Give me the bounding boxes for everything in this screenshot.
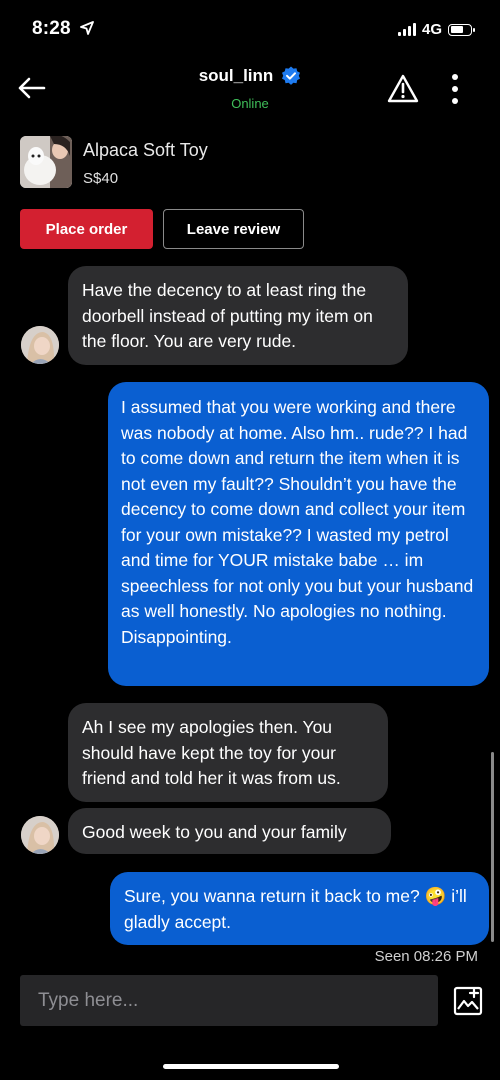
message-incoming: Ah I see my apologies then. You should h…	[68, 703, 388, 802]
message-incoming: Good week to you and your family	[68, 808, 391, 854]
leave-review-button[interactable]: Leave review	[163, 209, 304, 249]
message-outgoing: I assumed that you were working and ther…	[108, 382, 489, 686]
message-outgoing: Sure, you wanna return it back to me? 🤪 …	[110, 872, 489, 945]
verified-badge-icon	[282, 66, 301, 85]
online-status: Online	[231, 96, 269, 111]
message-input[interactable]: Type here...	[20, 975, 438, 1026]
avatar[interactable]	[21, 326, 59, 364]
network-label: 4G	[421, 21, 442, 38]
avatar-image	[21, 326, 59, 364]
message-input-placeholder: Type here...	[38, 989, 139, 1011]
username: soul_linn	[198, 66, 274, 85]
message-incoming: Have the decency to at least ring the do…	[68, 266, 408, 365]
place-order-button[interactable]: Place order	[20, 209, 153, 249]
battery-icon	[448, 23, 475, 36]
product-price: S$40	[83, 170, 119, 187]
image-upload-icon[interactable]	[452, 985, 484, 1017]
avatar[interactable]	[21, 816, 59, 854]
product-name[interactable]: Alpaca Soft Toy	[83, 140, 208, 161]
product-thumbnail[interactable]	[20, 136, 72, 188]
status-indicators: 4G	[397, 21, 475, 38]
home-indicator[interactable]	[163, 1064, 339, 1069]
scrollbar[interactable]	[491, 752, 494, 942]
more-options-icon[interactable]	[446, 72, 464, 106]
avatar-image	[21, 816, 59, 854]
signal-icon	[397, 23, 416, 36]
clock-text: 8:28	[32, 18, 71, 39]
status-time: 8:28	[32, 18, 95, 40]
seen-status: Seen 08:26 PM	[374, 948, 478, 965]
location-arrow-icon	[80, 21, 95, 35]
report-warning-icon[interactable]	[386, 73, 420, 105]
alpaca-toy-image	[20, 136, 72, 188]
chat-header-title[interactable]: soul_linn	[0, 66, 500, 86]
